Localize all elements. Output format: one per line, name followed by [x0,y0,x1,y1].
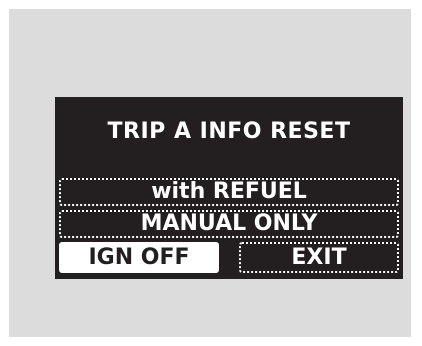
screen-title: TRIP A INFO RESET [107,119,351,144]
option-ign-off-selected[interactable]: IGN OFF [59,242,219,273]
display-screen: TRIP A INFO RESET with REFUEL MANUAL ONL… [55,97,403,279]
option-with-refuel[interactable]: with REFUEL [59,178,399,206]
option-manual-only[interactable]: MANUAL ONLY [59,210,399,238]
option-exit[interactable]: EXIT [239,242,399,273]
screenshot-frame: TRIP A INFO RESET with REFUEL MANUAL ONL… [9,9,411,337]
